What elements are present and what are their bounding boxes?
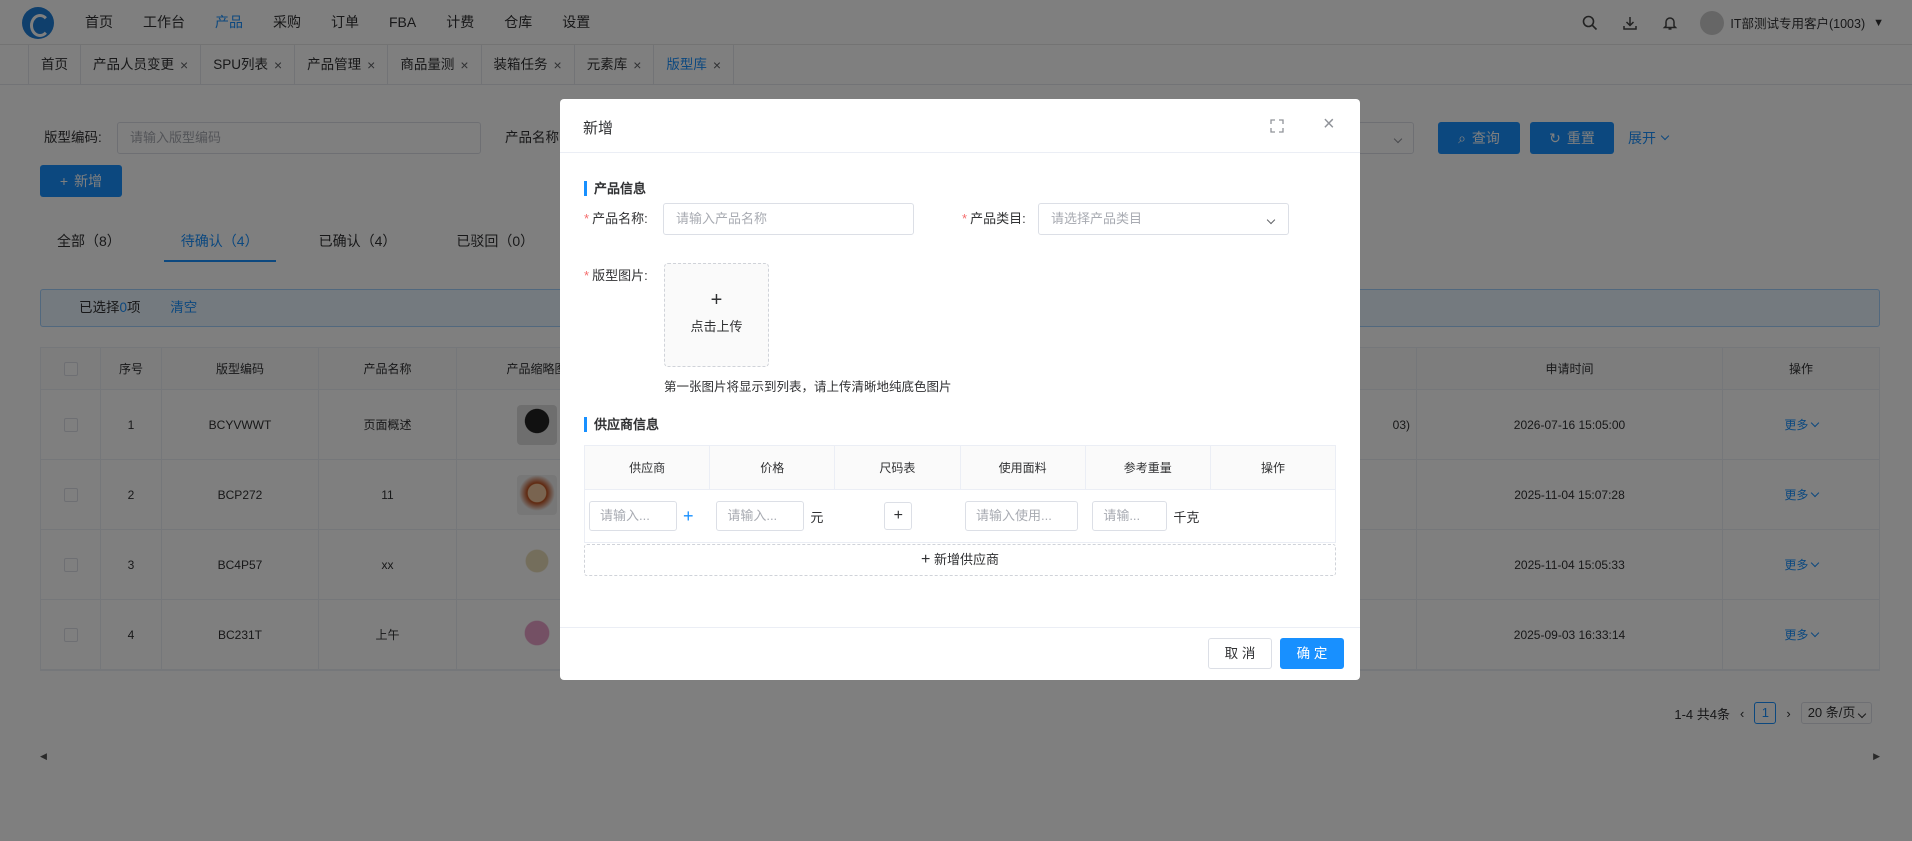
required-mark: * [962,211,968,226]
close-icon[interactable]: × [1323,114,1335,134]
pattern-image-label-text: 版型图片: [592,268,648,283]
supplier-header-price: 价格 [710,446,836,489]
product-info-section-title: 产品信息 [584,181,646,196]
fullscreen-icon[interactable] [1270,119,1284,133]
supplier-input[interactable]: 请输入... [589,501,677,531]
dialog-title: 新增 [583,120,614,137]
upload-tip: 第一张图片将显示到列表，请上传清晰地纯底色图片 [664,380,952,394]
fabric-input[interactable]: 请输入使用... [964,501,1078,531]
supplier-header-fabric: 使用面料 [961,446,1086,489]
upload-text: 点击上传 [690,319,743,334]
add-supplier-plus-icon[interactable]: + [683,506,694,527]
price-unit: 元 [810,509,824,525]
app-root: 首页 工作台 产品 采购 订单 FBA 计费 仓库 设置 IT部测试专用客户(1… [0,0,1912,841]
pattern-image-label: * 版型图片: [584,267,648,285]
image-upload[interactable]: + 点击上传 [664,263,769,367]
dialog-header: 新增 × [560,99,1360,153]
product-name-label-text: 产品名称: [592,211,648,226]
supplier-table: 供应商 价格 尺码表 使用面料 参考重量 操作 请输入... + 请输入... … [584,445,1336,543]
required-mark: * [584,268,590,283]
supplier-header-row: 供应商 价格 尺码表 使用面料 参考重量 操作 [585,446,1335,490]
product-category-placeholder: 请选择产品类目 [1051,211,1143,226]
add-pattern-dialog: 新增 × 产品信息 * 产品名称: 请输入产品名称 * 产品类目: 请选择产品类目 … [560,99,1360,680]
weight-cell: 请输... 千克 [1086,490,1213,542]
product-category-label-text: 产品类目: [970,211,1026,226]
plus-icon: + [710,289,723,311]
supplier-header-weight: 参考重量 [1086,446,1211,489]
confirm-button[interactable]: 确 定 [1280,638,1344,669]
size-chart-cell: + [838,490,959,542]
supplier-action-cell [1214,490,1335,542]
add-supplier-button[interactable]: + 新增供应商 [584,544,1336,576]
supplier-row: 请输入... + 请输入... 元 + 请输入使用... 请输... 千克 [585,490,1335,542]
supplier-cell: 请输入... + [585,490,710,542]
product-category-select[interactable]: 请选择产品类目 [1038,203,1289,235]
product-name-input[interactable]: 请输入产品名称 [663,203,914,235]
price-cell: 请输入... 元 [710,490,837,542]
supplier-header-supplier: 供应商 [585,446,711,489]
required-mark: * [584,211,590,226]
weight-input[interactable]: 请输... [1092,501,1168,531]
cancel-button[interactable]: 取 消 [1208,638,1272,669]
plus-icon: + [921,551,931,568]
product-category-label: * 产品类目: [962,203,1026,235]
add-supplier-label: 新增供应商 [933,552,999,567]
fabric-cell: 请输入使用... [959,490,1086,542]
dialog-footer: 取 消 确 定 [560,627,1360,680]
chevron-down-icon [1266,204,1276,234]
supplier-info-section-title: 供应商信息 [584,417,659,432]
size-chart-add-button[interactable]: + [884,502,913,530]
weight-unit: 千克 [1173,509,1200,525]
supplier-header-action: 操作 [1260,461,1285,475]
product-name-label: * 产品名称: [584,203,648,235]
supplier-header-size-chart: 尺码表 [835,446,961,489]
price-input[interactable]: 请输入... [716,501,805,531]
